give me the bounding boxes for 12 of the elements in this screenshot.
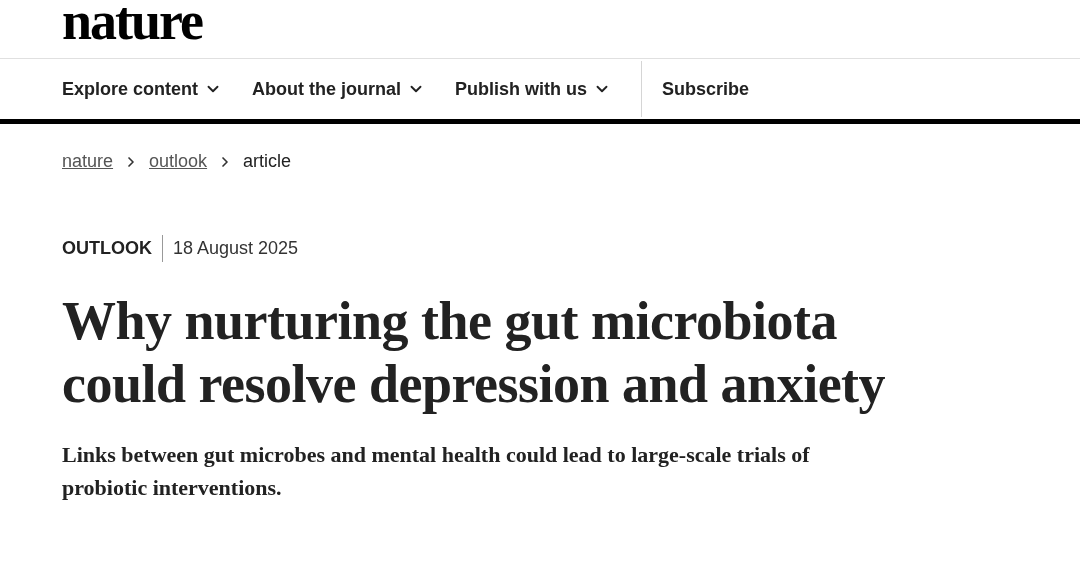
breadcrumb-link[interactable]: nature [62,148,114,175]
nav-menu[interactable]: Explore content [62,59,223,119]
article-title: Why nurturing the gut microbiota could resolve depression and anxiety [62,290,887,416]
breadcrumb-current: article [243,150,292,173]
nav-link[interactable]: Subscribe [662,75,750,103]
nav-menu[interactable]: Publish with us [455,59,612,119]
site-logo[interactable]: nature [62,0,202,48]
article-type: OUTLOOK [62,235,163,262]
breadcrumb-link[interactable]: outlook [149,148,208,175]
article-date: 18 August 2025 [172,237,299,260]
article-standfirst: Links between gut microbes and mental health could lead to large-scale trials of probiotic interventions. [62,441,811,502]
nav-menu[interactable]: About the journal [252,59,425,119]
